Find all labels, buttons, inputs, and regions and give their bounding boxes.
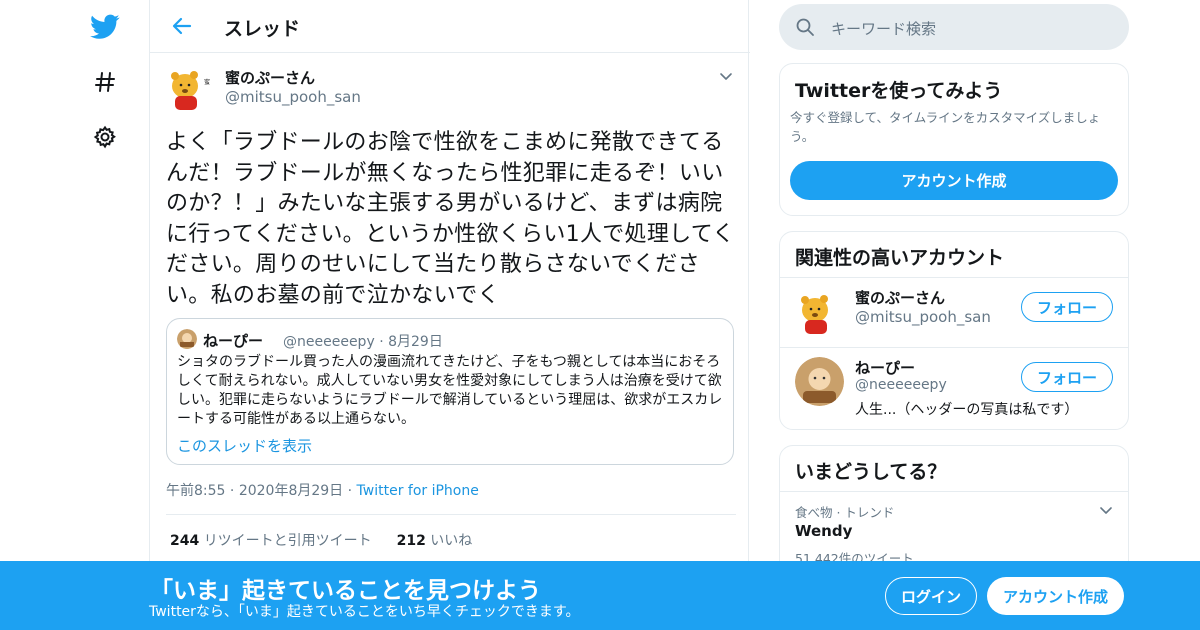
account-bio: 人生...（ヘッダーの写真は私です） <box>855 402 1079 418</box>
related-accounts-card: 関連性の高いアカウント 蜜のぷーさん @mitsu_pooh_san フォロー <box>779 231 1129 430</box>
likes-count: 212 <box>396 533 426 549</box>
quote-avatar <box>177 329 197 349</box>
quote-date: 8月29日 <box>388 334 443 350</box>
page-title: スレッド <box>224 18 301 40</box>
author-avatar[interactable]: 蜜 <box>165 64 214 113</box>
tweet-meta: 午前8:55 · 2020年8月29日 · Twitter for iPhone <box>166 480 479 500</box>
tweet-stats: 244 リツイートと引用ツイート 212 いいね <box>170 530 472 550</box>
show-thread-link[interactable]: このスレッドを表示 <box>177 435 312 456</box>
retweets-count: 244 <box>170 533 200 549</box>
chevron-down-icon[interactable] <box>1098 502 1114 522</box>
trend-category: 食べ物 · トレンド <box>795 505 895 520</box>
follow-button[interactable]: フォロー <box>1021 362 1113 392</box>
retweets-stat[interactable]: 244 リツイートと引用ツイート <box>170 533 372 549</box>
separator-dot: · <box>229 483 239 499</box>
quoted-tweet[interactable]: ねーぴー @neeeeeepy · 8月29日 ショタのラブドール買った人の漫画… <box>166 318 734 465</box>
signup-card-subtitle: 今すぐ登録して、タイムラインをカスタマイズしましょう。 <box>790 110 1101 144</box>
account-avatar <box>795 288 844 337</box>
tweet-source[interactable]: Twitter for iPhone <box>357 483 479 499</box>
search-input[interactable]: キーワード検索 <box>831 18 936 39</box>
related-account-row[interactable]: 蜜のぷーさん @mitsu_pooh_san フォロー <box>780 278 1128 347</box>
separator-dot: · <box>379 334 389 350</box>
banner-subtitle: Twitterなら、「いま」起きていることをいち早くチェックできます。 <box>149 604 580 620</box>
banner-title: 「いま」起きていることを見つけよう <box>150 578 541 604</box>
author-handle[interactable]: @mitsu_pooh_san <box>225 88 361 106</box>
account-handle: @mitsu_pooh_san <box>855 308 991 326</box>
quote-author-meta: @neeeeeepy · 8月29日 <box>283 331 443 351</box>
related-account-row[interactable]: ねーぴー @neeeeeepy 人生...（ヘッダーの写真は私です） フォロー <box>780 348 1128 429</box>
tweet-text: よく「ラブドールのお陰で性欲をこまめに発散できてるんだ！ラブドールが無くなったら… <box>166 130 735 308</box>
signup-card: Twitterを使ってみよう 今すぐ登録して、タイムラインをカスタマイズしましょ… <box>779 63 1129 216</box>
create-account-button[interactable]: アカウント作成 <box>790 161 1118 200</box>
separator-dot: · <box>347 483 357 499</box>
back-arrow-icon[interactable] <box>168 12 196 40</box>
divider <box>166 514 736 515</box>
hashtag-icon[interactable] <box>88 65 122 99</box>
signup-card-title: Twitterを使ってみよう <box>795 80 1003 102</box>
quote-author-handle: @neeeeeepy <box>283 334 375 350</box>
search-bar[interactable]: キーワード検索 <box>779 4 1129 50</box>
trend-name: Wendy <box>795 522 853 540</box>
signup-button[interactable]: アカウント作成 <box>987 577 1124 615</box>
twitter-logo-icon[interactable] <box>88 10 122 44</box>
author-name[interactable]: 蜜のぷーさん <box>225 67 315 88</box>
quote-author-name: ねーぴー <box>203 332 264 350</box>
gear-icon[interactable] <box>88 120 122 154</box>
account-avatar <box>795 357 844 406</box>
tweet-time[interactable]: 午前8:55 <box>166 483 225 499</box>
account-handle: @neeeeeepy <box>855 377 947 393</box>
svg-text:蜜: 蜜 <box>204 78 210 86</box>
likes-label: いいね <box>430 533 473 549</box>
thread-header: スレッド <box>150 0 750 53</box>
retweets-label: リツイートと引用ツイート <box>203 533 372 549</box>
tweet-date[interactable]: 2020年8月29日 <box>239 483 343 499</box>
chevron-down-icon[interactable] <box>718 68 734 84</box>
bottom-banner: 「いま」起きていることを見つけよう Twitterなら、「いま」起きていることを… <box>0 561 1200 630</box>
thread-column: スレッド 蜜 蜜のぷーさん @mitsu_pooh_san よく「ラブドールのお… <box>149 0 750 630</box>
follow-button[interactable]: フォロー <box>1021 292 1113 322</box>
related-accounts-title: 関連性の高いアカウント <box>795 247 1005 269</box>
account-name: 蜜のぷーさん <box>855 289 946 307</box>
quote-text: ショタのラブドール買った人の漫画流れてきたけど、子をもつ親としては本当におそろし… <box>177 354 723 427</box>
login-button[interactable]: ログイン <box>885 577 977 615</box>
account-name: ねーぴー <box>855 359 916 377</box>
search-icon <box>795 17 815 41</box>
trends-title: いまどうしてる？ <box>795 461 947 483</box>
likes-stat[interactable]: 212 いいね <box>397 533 473 549</box>
